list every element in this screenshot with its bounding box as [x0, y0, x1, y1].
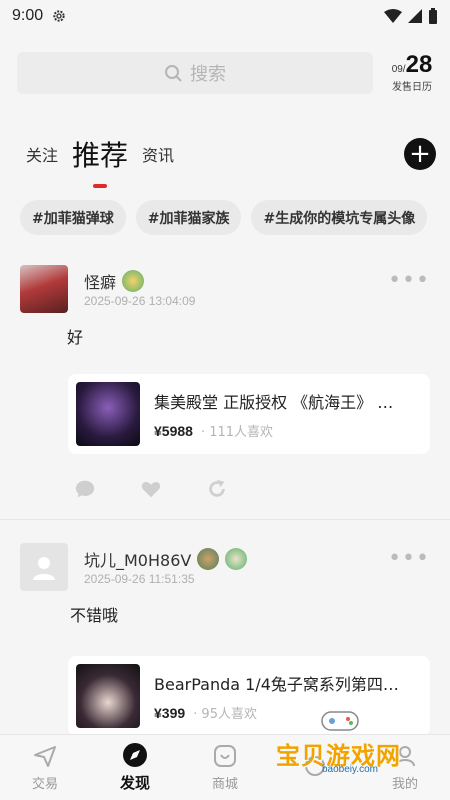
level-badge-icon [122, 270, 145, 292]
product-price: ¥5988 [154, 422, 193, 439]
product-title: BearPanda 1/4兔子窝系列第四… [154, 674, 399, 694]
tab-recommended[interactable]: 推荐 [72, 134, 128, 174]
compass-icon [122, 742, 148, 768]
product-title: 集美殿堂 正版授权 《航海王》 … [154, 392, 394, 412]
post-text: 不错哦 [70, 606, 119, 625]
feed-post: 坑儿_M0H86V 2025-09-26 11:51:35 ••• 不错哦 Be… [0, 540, 450, 740]
like-icon[interactable] [140, 478, 162, 500]
avatar[interactable] [20, 265, 68, 313]
post-username[interactable]: 坑儿_M0H86V [84, 547, 191, 571]
plus-icon: + [409, 139, 431, 169]
signal-icon [408, 9, 422, 23]
tab-following[interactable]: 关注 [26, 142, 58, 166]
status-time: 9:00 [12, 7, 44, 24]
search-placeholder: 搜索 [190, 64, 226, 85]
nav-label: 我的 [391, 777, 418, 792]
topic-chip[interactable]: #生成你的模坑专属头像 [251, 200, 428, 235]
bottom-nav: 交易 发现 商城 我的 [0, 734, 450, 800]
product-price: ¥399 [154, 704, 186, 721]
post-username[interactable]: 怪癖 [84, 269, 116, 293]
profile-icon [392, 743, 418, 769]
search-icon [165, 65, 182, 82]
send-icon [32, 743, 58, 769]
nav-community[interactable] [270, 735, 360, 800]
nav-label: 交易 [31, 777, 58, 792]
post-time: 2025-09-26 13:04:09 [84, 294, 196, 308]
nav-trade[interactable]: 交易 [0, 735, 90, 800]
nav-profile[interactable]: 我的 [360, 735, 450, 800]
post-time: 2025-09-26 11:51:35 [84, 572, 195, 586]
calendar-month: 09/ [391, 64, 406, 75]
battery-icon [429, 8, 437, 24]
product-card[interactable]: 集美殿堂 正版授权 《航海王》 … ¥5988 · 111人喜欢 [68, 374, 430, 454]
wifi-icon [384, 9, 402, 23]
avatar[interactable] [20, 543, 68, 591]
nav-label: 商城 [211, 777, 238, 792]
level-badge-icon [197, 548, 220, 570]
topic-chips: #加菲猫弹球 #加菲猫家族 #生成你的模坑专属头像 [20, 200, 450, 236]
feed-post: 怪癖 2025-09-26 13:04:09 ••• 好 集美殿堂 正版授权 《… [0, 262, 450, 520]
search-row: 搜索 09/ 28 发售日历 [17, 50, 437, 96]
nav-mall[interactable]: 商城 [180, 735, 270, 800]
nav-label: 发现 [119, 774, 150, 792]
product-image [76, 664, 140, 728]
post-actions [74, 478, 228, 500]
default-avatar-icon [33, 557, 55, 580]
product-likes: · 111人喜欢 [200, 424, 274, 440]
calendar-day: 28 [405, 51, 433, 78]
release-calendar-button[interactable]: 09/ 28 发售日历 [387, 53, 437, 93]
feed-tabs: 关注 推荐 资讯 + [26, 130, 436, 178]
more-options-icon[interactable]: ••• [388, 270, 430, 292]
post-text: 好 [67, 328, 84, 347]
product-card[interactable]: BearPanda 1/4兔子窝系列第四… ¥399 · 95人喜欢 [68, 656, 430, 736]
product-likes: · 95人喜欢 [193, 706, 257, 722]
level-badge-icon [225, 548, 248, 570]
product-image [76, 382, 140, 446]
gear-icon [53, 10, 65, 22]
nav-discover[interactable]: 发现 [90, 735, 180, 800]
topic-chip[interactable]: #加菲猫弹球 [20, 200, 126, 235]
more-options-icon[interactable]: ••• [388, 548, 430, 570]
share-icon[interactable] [206, 478, 228, 500]
topic-chip[interactable]: #加菲猫家族 [135, 200, 242, 235]
add-post-button[interactable]: + [404, 138, 436, 170]
calendar-label: 发售日历 [392, 82, 432, 93]
smile-bag-icon [212, 743, 238, 769]
community-icon [302, 753, 328, 779]
tab-news[interactable]: 资讯 [142, 142, 174, 166]
comment-icon[interactable] [74, 478, 96, 500]
status-bar: 9:00 [0, 0, 450, 32]
search-input[interactable]: 搜索 [17, 52, 373, 94]
